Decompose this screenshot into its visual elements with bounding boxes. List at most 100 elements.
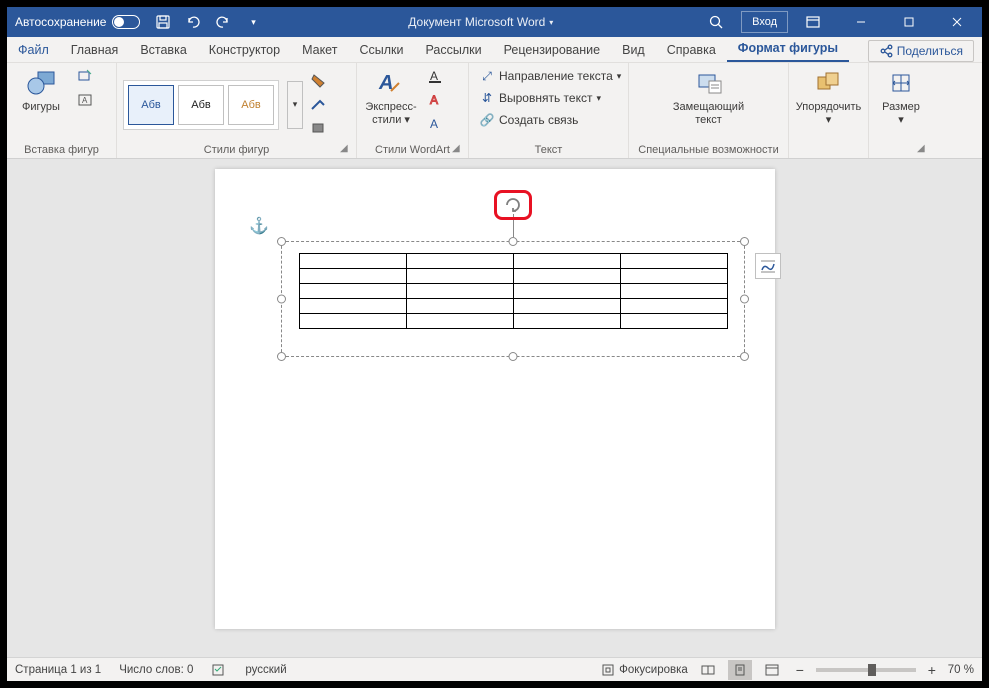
word-count[interactable]: Число слов: 0 (119, 664, 193, 676)
shape-styles-launcher[interactable]: ◢ (340, 143, 352, 155)
group-label-size (875, 156, 927, 158)
table-row (300, 284, 728, 299)
style-preset-1[interactable]: Абв (128, 85, 174, 125)
tab-design[interactable]: Конструктор (198, 38, 291, 62)
maximize-button[interactable] (886, 7, 932, 37)
proofing-button[interactable] (211, 663, 227, 677)
tab-references[interactable]: Ссылки (348, 38, 414, 62)
align-text-button[interactable]: ⇵Выровнять текст ▾ (475, 87, 605, 109)
create-link-button[interactable]: 🔗Создать связь (475, 109, 582, 131)
web-layout-button[interactable] (760, 660, 784, 680)
wordart-express-button[interactable]: A Экспресс-стили ▾ (363, 65, 419, 129)
shape-fill-button[interactable] (307, 70, 333, 92)
share-button[interactable]: Поделиться (868, 40, 974, 62)
login-button[interactable]: Вход (741, 11, 788, 33)
shape-effects-button[interactable] (307, 118, 333, 140)
rotate-handle-highlight (494, 190, 532, 220)
tab-view[interactable]: Вид (611, 38, 656, 62)
style-preset-3[interactable]: Абв (228, 85, 274, 125)
save-icon[interactable] (152, 11, 174, 33)
zoom-level[interactable]: 70 % (948, 664, 974, 676)
status-bar: Страница 1 из 1 Число слов: 0 русский Фо… (7, 657, 982, 681)
group-label-text: Текст (475, 144, 622, 158)
text-direction-button[interactable]: ⤢Направление текста ▾ (475, 65, 625, 87)
shapes-button[interactable]: Фигуры (13, 65, 69, 116)
table-row (300, 254, 728, 269)
document-page[interactable] (215, 169, 775, 629)
text-outline-button[interactable]: A (423, 89, 449, 111)
resize-handle-bl[interactable] (277, 352, 286, 361)
size-button[interactable]: Размер▾ (876, 65, 926, 129)
tab-layout[interactable]: Макет (291, 38, 348, 62)
autosave-toggle[interactable]: Автосохранение (7, 15, 148, 29)
focus-mode-button[interactable]: Фокусировка (601, 663, 688, 677)
text-fill-button[interactable]: A (423, 65, 449, 87)
gallery-more-button[interactable]: ▾ (287, 81, 303, 129)
close-button[interactable] (934, 7, 980, 37)
autosave-label: Автосохранение (15, 15, 106, 29)
share-icon (879, 44, 893, 58)
tab-shape-format[interactable]: Формат фигуры (727, 36, 849, 62)
style-preset-2[interactable]: Абв (178, 85, 224, 125)
page-indicator[interactable]: Страница 1 из 1 (15, 664, 101, 676)
document-table[interactable] (299, 253, 728, 329)
redo-icon[interactable] (212, 11, 234, 33)
text-direction-icon: ⤢ (479, 68, 495, 84)
zoom-in-button[interactable]: + (924, 662, 940, 678)
edit-shape-button[interactable] (73, 65, 99, 87)
shape-style-gallery[interactable]: Абв Абв Абв (123, 80, 279, 130)
resize-handle-tr[interactable] (740, 237, 749, 246)
tab-review[interactable]: Рецензирование (493, 38, 612, 62)
group-label-arrange (795, 156, 862, 158)
anchor-icon[interactable]: ⚓ (249, 216, 269, 236)
alt-text-button[interactable]: Замещающий текст (664, 65, 754, 129)
qat-chevron-down-icon[interactable]: ▾ (242, 11, 264, 33)
svg-text:A: A (430, 69, 438, 83)
svg-text:A: A (82, 96, 88, 105)
shape-outline-button[interactable] (307, 94, 333, 116)
read-mode-button[interactable] (696, 660, 720, 680)
group-label-accessibility: Специальные возможности (635, 144, 782, 158)
arrange-button[interactable]: Упорядочить▾ (801, 65, 857, 129)
title-text: Документ Microsoft Word (408, 15, 545, 29)
wordart-icon: A (377, 69, 405, 97)
group-label-wordart: Стили WordArt (363, 144, 462, 158)
resize-handle-rm[interactable] (740, 295, 749, 304)
print-layout-button[interactable] (728, 660, 752, 680)
resize-handle-tl[interactable] (277, 237, 286, 246)
svg-text:A: A (430, 117, 438, 131)
zoom-out-button[interactable]: − (792, 662, 808, 678)
svg-text:A: A (430, 93, 438, 107)
link-icon: 🔗 (479, 112, 495, 128)
zoom-slider[interactable] (816, 668, 916, 672)
resize-handle-br[interactable] (740, 352, 749, 361)
document-workspace[interactable]: ⚓ (7, 159, 982, 657)
wordart-launcher[interactable]: ◢ (452, 143, 464, 155)
group-label-insert-shapes: Вставка фигур (13, 144, 110, 158)
chevron-down-icon: ▾ (549, 18, 553, 27)
shapes-icon (26, 70, 56, 96)
tab-home[interactable]: Главная (60, 38, 130, 62)
text-effects-button[interactable]: A (423, 113, 449, 135)
text-box-button[interactable]: A (73, 89, 99, 111)
rotate-icon[interactable] (503, 195, 523, 215)
size-launcher[interactable]: ◢ (917, 143, 929, 155)
tab-mailings[interactable]: Рассылки (414, 38, 492, 62)
undo-icon[interactable] (182, 11, 204, 33)
ribbon-display-icon[interactable] (790, 7, 836, 37)
document-title[interactable]: Документ Microsoft Word ▾ (268, 15, 693, 29)
tab-insert[interactable]: Вставка (129, 38, 197, 62)
layout-options-button[interactable] (755, 253, 781, 279)
search-icon[interactable] (693, 7, 739, 37)
tab-help[interactable]: Справка (656, 38, 727, 62)
toggle-switch[interactable] (112, 15, 140, 29)
resize-handle-lm[interactable] (277, 295, 286, 304)
size-icon (889, 71, 913, 95)
resize-handle-tm[interactable] (509, 237, 518, 246)
language-indicator[interactable]: русский (245, 664, 286, 676)
ribbon-tabs: Файл Главная Вставка Конструктор Макет С… (7, 37, 982, 63)
minimize-button[interactable] (838, 7, 884, 37)
table-row (300, 314, 728, 329)
tab-file[interactable]: Файл (7, 38, 60, 62)
resize-handle-bm[interactable] (509, 352, 518, 361)
